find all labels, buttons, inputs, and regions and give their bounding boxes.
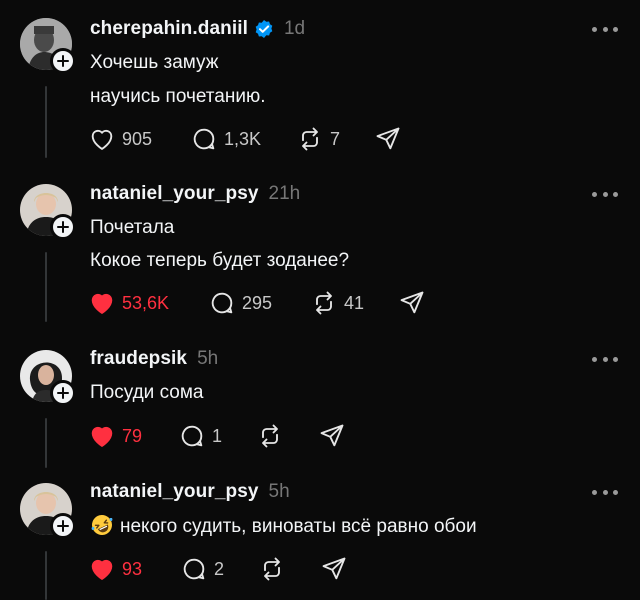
comment-icon (193, 128, 215, 150)
share-button[interactable] (398, 288, 426, 318)
more-options-icon[interactable] (592, 487, 618, 497)
username[interactable]: nataniel_your_psy (90, 481, 259, 503)
share-button[interactable] (320, 554, 348, 584)
like-button[interactable]: 93 (88, 554, 142, 584)
avatar-container[interactable] (20, 483, 76, 539)
follow-plus-icon[interactable] (50, 513, 76, 539)
more-options-icon[interactable] (592, 189, 618, 199)
like-button[interactable]: 53,6K (88, 288, 169, 318)
reply-count: 1,3K (224, 128, 262, 149)
heart-filled-icon (91, 560, 113, 580)
timestamp: 21h (268, 183, 301, 204)
reply-count: 1 (212, 425, 223, 446)
username[interactable]: cherepahin.daniil (90, 18, 248, 40)
thread-line (45, 418, 47, 468)
repost-button[interactable] (256, 421, 284, 451)
username[interactable]: fraudepsik (90, 348, 187, 370)
post-header: nataniel_your_psy 5h (90, 479, 290, 505)
verified-badge-icon (254, 19, 274, 39)
repost-button[interactable]: 7 (296, 124, 340, 154)
share-button[interactable] (318, 421, 346, 451)
like-count: 53,6K (122, 292, 170, 313)
share-button[interactable] (374, 124, 402, 154)
reply-count: 2 (214, 558, 225, 579)
post-text: Посуди сома (90, 382, 204, 403)
avatar-container[interactable] (20, 18, 76, 74)
heart-filled-icon (91, 294, 113, 314)
comment-icon (211, 292, 233, 314)
timestamp: 5h (268, 481, 290, 502)
thread-line (45, 86, 47, 158)
comment-icon (181, 425, 203, 447)
like-count: 79 (122, 425, 143, 446)
repost-button[interactable] (258, 554, 286, 584)
avatar-container[interactable] (20, 184, 76, 240)
timestamp: 1d (283, 18, 306, 39)
reply-button[interactable]: 1 (178, 421, 222, 451)
username[interactable]: nataniel_your_psy (90, 183, 259, 205)
post-text: Почетала (90, 217, 175, 238)
post-text: Хочешь замуж (90, 52, 219, 73)
like-button[interactable]: 79 (88, 421, 142, 451)
thread-line (45, 551, 47, 600)
repost-icon (316, 291, 332, 315)
rolling-on-floor-laughing-emoji-icon (90, 513, 114, 537)
reply-button[interactable]: 2 (180, 554, 224, 584)
repost-button[interactable]: 41 (310, 288, 364, 318)
repost-count: 7 (330, 128, 341, 149)
post-header: fraudepsik 5h (90, 346, 218, 372)
post-text: некого судить, виноваты всё равно обои (120, 516, 477, 537)
reply-button[interactable]: 1,3K (190, 124, 261, 154)
thread-line (45, 252, 47, 322)
heart-filled-icon (91, 427, 113, 447)
repost-icon (302, 127, 318, 151)
follow-plus-icon[interactable] (50, 380, 76, 406)
like-count: 905 (122, 128, 153, 149)
share-icon (322, 557, 346, 580)
repost-icon (264, 557, 280, 581)
reply-count: 295 (242, 292, 273, 313)
avatar-container[interactable] (20, 350, 76, 406)
reply-button[interactable]: 295 (208, 288, 272, 318)
post-text-row: некого судить, виноваты всё равно обои (90, 513, 477, 539)
follow-plus-icon[interactable] (50, 48, 76, 74)
share-icon (320, 424, 344, 447)
more-options-icon[interactable] (592, 24, 618, 34)
repost-count: 41 (344, 292, 365, 313)
post-header: nataniel_your_psy 21h (90, 181, 300, 207)
share-icon (400, 291, 424, 314)
post-text: Кокое теперь будет зоданее? (90, 250, 350, 271)
post-header: cherepahin.daniil 1d (90, 16, 305, 42)
more-options-icon[interactable] (592, 354, 618, 364)
comment-icon (183, 558, 205, 580)
heart-icon (91, 130, 113, 150)
repost-icon (262, 424, 278, 448)
post-text: научись почетанию. (90, 86, 266, 107)
follow-plus-icon[interactable] (50, 214, 76, 240)
like-button[interactable]: 905 (88, 124, 152, 154)
like-count: 93 (122, 558, 143, 579)
timestamp: 5h (197, 348, 219, 369)
share-icon (376, 127, 400, 150)
